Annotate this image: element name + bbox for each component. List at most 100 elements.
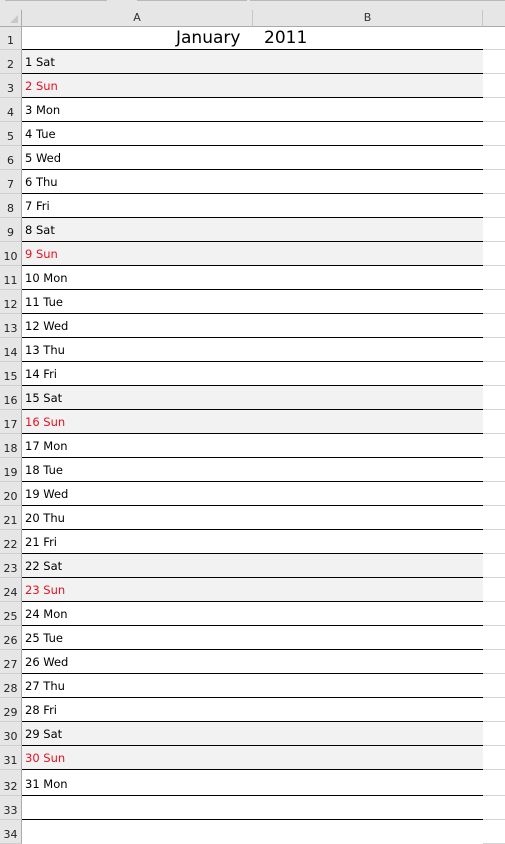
row-header[interactable]: 27 [0, 650, 22, 674]
row-header[interactable]: 15 [0, 362, 22, 386]
column-c-cell[interactable] [483, 506, 505, 530]
row-header[interactable]: 14 [0, 338, 22, 362]
day-row[interactable]: 21 Fri [22, 530, 483, 554]
column-c-cell[interactable] [483, 796, 505, 820]
row-header[interactable]: 10 [0, 242, 22, 266]
row-header[interactable]: 1 [0, 27, 22, 50]
column-c-cell[interactable] [483, 626, 505, 650]
row-header[interactable]: 6 [0, 146, 22, 170]
day-row[interactable]: 25 Tue [22, 626, 483, 650]
row-header[interactable]: 23 [0, 554, 22, 578]
row-header[interactable]: 11 [0, 266, 22, 290]
empty-row[interactable] [22, 820, 483, 844]
column-c-cell[interactable] [483, 362, 505, 386]
title-row[interactable] [22, 27, 483, 50]
row-header[interactable]: 2 [0, 50, 22, 74]
day-row[interactable]: 7 Fri [22, 194, 483, 218]
row-header[interactable]: 13 [0, 314, 22, 338]
day-row[interactable]: 23 Sun [22, 578, 483, 602]
day-row[interactable]: 9 Sun [22, 242, 483, 266]
day-row[interactable]: 17 Mon [22, 434, 483, 458]
column-header-c[interactable] [483, 10, 505, 27]
row-header[interactable]: 30 [0, 722, 22, 746]
column-c-cell[interactable] [483, 27, 505, 50]
column-c-cell[interactable] [483, 194, 505, 218]
row-header[interactable]: 34 [0, 820, 22, 844]
day-row[interactable]: 11 Tue [22, 290, 483, 314]
row-header[interactable]: 7 [0, 170, 22, 194]
day-row[interactable]: 12 Wed [22, 314, 483, 338]
day-row[interactable]: 28 Fri [22, 698, 483, 722]
row-header[interactable]: 26 [0, 626, 22, 650]
row-header[interactable]: 18 [0, 434, 22, 458]
row-header[interactable]: 19 [0, 458, 22, 482]
column-c-cell[interactable] [483, 458, 505, 482]
column-c-cell[interactable] [483, 650, 505, 674]
column-c-cell[interactable] [483, 218, 505, 242]
row-header[interactable]: 31 [0, 746, 22, 770]
column-header-a[interactable]: A [22, 10, 253, 27]
column-c-cell[interactable] [483, 314, 505, 338]
day-row[interactable]: 15 Sat [22, 386, 483, 410]
row-header[interactable]: 17 [0, 410, 22, 434]
day-row[interactable]: 22 Sat [22, 554, 483, 578]
column-c-cell[interactable] [483, 122, 505, 146]
empty-row[interactable] [22, 796, 483, 820]
row-header[interactable]: 5 [0, 122, 22, 146]
day-row[interactable]: 6 Thu [22, 170, 483, 194]
day-row[interactable]: 13 Thu [22, 338, 483, 362]
column-c-cell[interactable] [483, 698, 505, 722]
day-row[interactable]: 1 Sat [22, 50, 483, 74]
row-header[interactable]: 25 [0, 602, 22, 626]
day-row[interactable]: 18 Tue [22, 458, 483, 482]
row-header[interactable]: 32 [0, 770, 22, 796]
day-row[interactable]: 31 Mon [22, 770, 483, 796]
column-c-cell[interactable] [483, 98, 505, 122]
row-header[interactable]: 4 [0, 98, 22, 122]
column-c-cell[interactable] [483, 674, 505, 698]
column-c-cell[interactable] [483, 578, 505, 602]
day-row[interactable]: 14 Fri [22, 362, 483, 386]
day-row[interactable]: 8 Sat [22, 218, 483, 242]
day-row[interactable]: 2 Sun [22, 74, 483, 98]
select-all-button[interactable] [0, 10, 22, 27]
column-c-cell[interactable] [483, 386, 505, 410]
column-c-cell[interactable] [483, 602, 505, 626]
row-header[interactable]: 12 [0, 290, 22, 314]
row-header[interactable]: 29 [0, 698, 22, 722]
row-header[interactable]: 33 [0, 796, 22, 820]
column-c-cell[interactable] [483, 146, 505, 170]
day-row[interactable]: 20 Thu [22, 506, 483, 530]
day-row[interactable]: 4 Tue [22, 122, 483, 146]
column-header-b[interactable]: B [253, 10, 483, 27]
column-c-cell[interactable] [483, 410, 505, 434]
day-row[interactable]: 16 Sun [22, 410, 483, 434]
row-header[interactable]: 21 [0, 506, 22, 530]
column-c-cell[interactable] [483, 770, 505, 796]
column-c-cell[interactable] [483, 722, 505, 746]
row-header[interactable]: 24 [0, 578, 22, 602]
column-c-cell[interactable] [483, 290, 505, 314]
column-c-cell[interactable] [483, 530, 505, 554]
day-row[interactable]: 10 Mon [22, 266, 483, 290]
column-c-cell[interactable] [483, 482, 505, 506]
row-header[interactable]: 20 [0, 482, 22, 506]
day-row[interactable]: 5 Wed [22, 146, 483, 170]
column-c-cell[interactable] [483, 170, 505, 194]
column-c-cell[interactable] [483, 266, 505, 290]
day-row[interactable]: 24 Mon [22, 602, 483, 626]
row-header[interactable]: 3 [0, 74, 22, 98]
day-row[interactable]: 26 Wed [22, 650, 483, 674]
day-row[interactable]: 30 Sun [22, 746, 483, 770]
column-c-cell[interactable] [483, 554, 505, 578]
row-header[interactable]: 22 [0, 530, 22, 554]
column-c-cell[interactable] [483, 338, 505, 362]
column-c-cell[interactable] [483, 50, 505, 74]
row-header[interactable]: 16 [0, 386, 22, 410]
day-row[interactable]: 3 Mon [22, 98, 483, 122]
column-c-cell[interactable] [483, 746, 505, 770]
column-c-cell[interactable] [483, 74, 505, 98]
row-header[interactable]: 28 [0, 674, 22, 698]
day-row[interactable]: 19 Wed [22, 482, 483, 506]
day-row[interactable]: 29 Sat [22, 722, 483, 746]
